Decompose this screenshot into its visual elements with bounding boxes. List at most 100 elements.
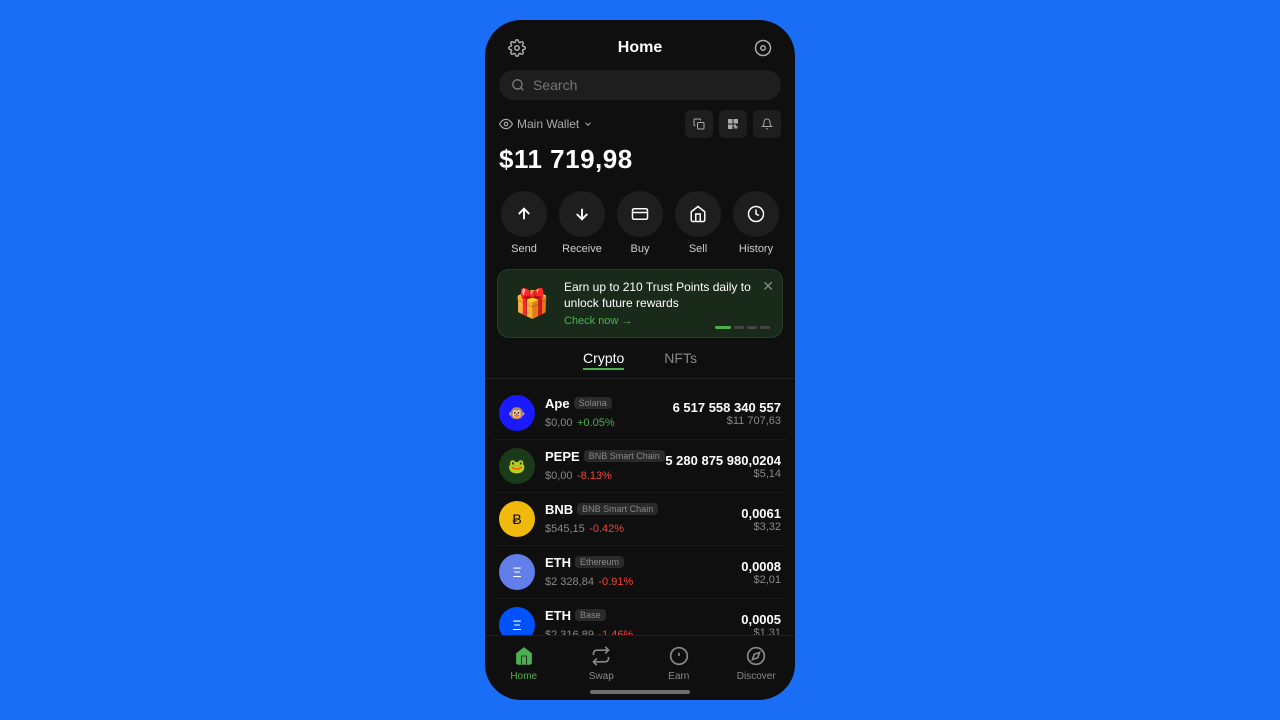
sell-circle xyxy=(675,191,721,237)
crypto-logo-eth: Ξ xyxy=(499,554,535,590)
crypto-amount-usd-ape: $11 707,63 xyxy=(673,415,781,427)
sell-label: Sell xyxy=(689,243,707,255)
earn-nav-label: Earn xyxy=(668,671,689,682)
discover-nav-label: Discover xyxy=(737,671,776,682)
crypto-amount-eth-base: 0,0005 $1,31 xyxy=(741,612,781,635)
crypto-amount-usd-bnb: $3,32 xyxy=(741,521,781,533)
crypto-name-ape: Ape xyxy=(545,396,570,411)
settings-icon[interactable] xyxy=(503,34,531,62)
crypto-amount-eth: 0,0008 $2,01 xyxy=(741,559,781,586)
search-bar[interactable] xyxy=(499,70,781,100)
wallet-label: Main Wallet xyxy=(517,117,579,131)
crypto-amount-pepe: 5 280 875 980,0204 $5,14 xyxy=(665,453,781,480)
home-nav-label: Home xyxy=(510,671,537,682)
crypto-name-pepe: PEPE xyxy=(545,449,580,464)
crypto-info-eth: ETH Ethereum $2 328,84 -0.91% xyxy=(545,555,741,590)
crypto-info-pepe: PEPE BNB Smart Chain $0,00 -8.13% xyxy=(545,449,665,484)
page-title: Home xyxy=(618,39,662,57)
crypto-price-row-pepe: $0,00 -8.13% xyxy=(545,466,665,484)
home-icon xyxy=(512,644,536,668)
search-icon xyxy=(511,78,525,92)
crypto-name-eth: ETH xyxy=(545,555,571,570)
crypto-info-eth-base: ETH Base $2 316,89 -1.46% xyxy=(545,608,741,635)
wallet-row: Main Wallet xyxy=(485,110,795,142)
crypto-item-pepe[interactable]: 🐸 PEPE BNB Smart Chain $0,00 -8.13% 5 28… xyxy=(493,440,787,493)
crypto-price-row-ape: $0,00 +0.05% xyxy=(545,413,673,431)
crypto-amount-val-bnb: 0,0061 xyxy=(741,506,781,521)
dot-4 xyxy=(760,326,770,329)
swap-nav-label: Swap xyxy=(589,671,614,682)
crypto-item-eth[interactable]: Ξ ETH Ethereum $2 328,84 -0.91% 0,0008 $… xyxy=(493,546,787,599)
tab-crypto[interactable]: Crypto xyxy=(583,350,624,370)
crypto-logo-pepe: 🐸 xyxy=(499,448,535,484)
crypto-item-bnb[interactable]: Ƀ BNB BNB Smart Chain $545,15 -0.42% 0,0… xyxy=(493,493,787,546)
banner-title: Earn up to 210 Trust Points daily to unl… xyxy=(564,280,770,311)
swap-icon xyxy=(589,644,613,668)
crypto-info-bnb: BNB BNB Smart Chain $545,15 -0.42% xyxy=(545,502,741,537)
discover-icon xyxy=(744,644,768,668)
search-input[interactable] xyxy=(533,77,769,93)
actions-row: Send Receive Buy Sell xyxy=(485,187,795,269)
asset-tabs: Crypto NFTs xyxy=(485,350,795,379)
crypto-amount-val-pepe: 5 280 875 980,0204 xyxy=(665,453,781,468)
cast-icon[interactable] xyxy=(749,34,777,62)
header: Home xyxy=(485,20,795,70)
crypto-item-ape[interactable]: 🐵 Ape Solana $0,00 +0.05% 6 517 558 340 … xyxy=(493,387,787,440)
bottom-nav: Home Swap Earn Discover xyxy=(485,635,795,686)
banner-text: Earn up to 210 Trust Points daily to unl… xyxy=(564,280,770,327)
wallet-name[interactable]: Main Wallet xyxy=(499,117,593,131)
action-receive[interactable]: Receive xyxy=(559,191,605,255)
crypto-price-row-eth-base: $2 316,89 -1.46% xyxy=(545,625,741,635)
crypto-logo-ape: 🐵 xyxy=(499,395,535,431)
crypto-logo-eth-base: Ξ xyxy=(499,607,535,635)
send-label: Send xyxy=(511,243,537,255)
banner-close-icon[interactable]: ✕ xyxy=(762,278,774,295)
history-circle xyxy=(733,191,779,237)
crypto-chain-pepe: BNB Smart Chain xyxy=(584,450,665,462)
wallet-action-icons xyxy=(685,110,781,138)
crypto-amount-usd-eth: $2,01 xyxy=(741,574,781,586)
crypto-amount-usd-pepe: $5,14 xyxy=(665,468,781,480)
send-circle xyxy=(501,191,547,237)
nav-swap[interactable]: Swap xyxy=(563,644,641,682)
bell-icon-btn[interactable] xyxy=(753,110,781,138)
eye-icon xyxy=(499,117,513,131)
receive-circle xyxy=(559,191,605,237)
crypto-chain-ape: Solana xyxy=(574,397,612,409)
crypto-list: 🐵 Ape Solana $0,00 +0.05% 6 517 558 340 … xyxy=(485,387,795,635)
crypto-name-bnb: BNB xyxy=(545,502,573,517)
dot-2 xyxy=(734,326,744,329)
copy-icon-btn[interactable] xyxy=(685,110,713,138)
earn-icon xyxy=(667,644,691,668)
action-buy[interactable]: Buy xyxy=(617,191,663,255)
crypto-amount-val-eth: 0,0008 xyxy=(741,559,781,574)
buy-label: Buy xyxy=(631,243,650,255)
crypto-chain-eth-base: Base xyxy=(575,609,606,621)
receive-label: Receive xyxy=(562,243,602,255)
home-indicator xyxy=(590,690,690,694)
crypto-amount-bnb: 0,0061 $3,32 xyxy=(741,506,781,533)
crypto-info-ape: Ape Solana $0,00 +0.05% xyxy=(545,396,673,431)
nav-discover[interactable]: Discover xyxy=(718,644,796,682)
tab-nfts[interactable]: NFTs xyxy=(664,350,697,370)
banner-icon: 🎁 xyxy=(510,282,554,326)
crypto-name-eth-base: ETH xyxy=(545,608,571,623)
history-label: History xyxy=(739,243,773,255)
banner-dots xyxy=(715,326,770,329)
crypto-amount-ape: 6 517 558 340 557 $11 707,63 xyxy=(673,400,781,427)
crypto-chain-eth: Ethereum xyxy=(575,556,624,568)
crypto-logo-bnb: Ƀ xyxy=(499,501,535,537)
crypto-amount-val-ape: 6 517 558 340 557 xyxy=(673,400,781,415)
action-send[interactable]: Send xyxy=(501,191,547,255)
qr-icon-btn[interactable] xyxy=(719,110,747,138)
crypto-amount-usd-eth-base: $1,31 xyxy=(741,627,781,635)
wallet-balance: $11 719,98 xyxy=(485,142,795,187)
nav-home[interactable]: Home xyxy=(485,644,563,682)
crypto-price-row-eth: $2 328,84 -0.91% xyxy=(545,572,741,590)
crypto-item-eth-base[interactable]: Ξ ETH Base $2 316,89 -1.46% 0,0005 $1,31 xyxy=(493,599,787,635)
action-history[interactable]: History xyxy=(733,191,779,255)
crypto-price-row-bnb: $545,15 -0.42% xyxy=(545,519,741,537)
action-sell[interactable]: Sell xyxy=(675,191,721,255)
dot-1 xyxy=(715,326,731,329)
nav-earn[interactable]: Earn xyxy=(640,644,718,682)
